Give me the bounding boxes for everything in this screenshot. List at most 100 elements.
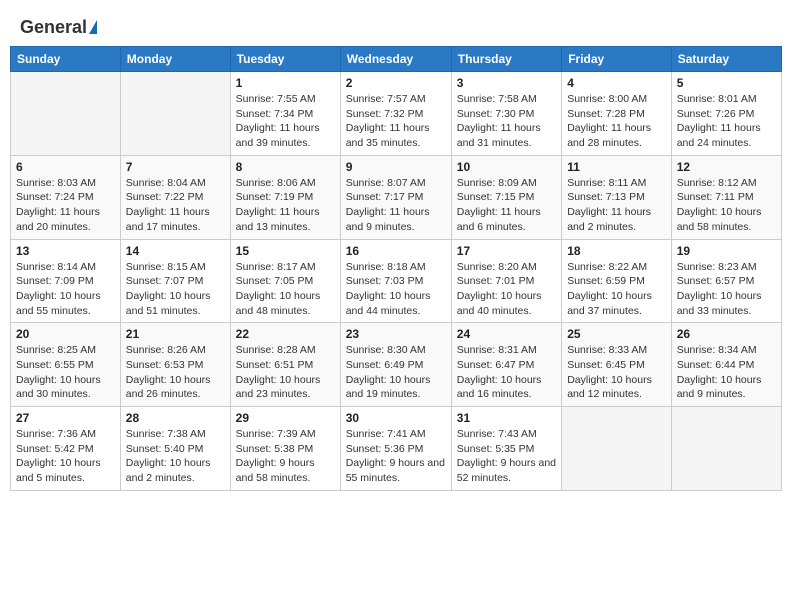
day-info: Sunrise: 7:39 AMSunset: 5:38 PMDaylight:… xyxy=(236,427,335,486)
calendar-cell: 24 Sunrise: 8:31 AMSunset: 6:47 PMDaylig… xyxy=(451,323,561,407)
calendar-cell: 29 Sunrise: 7:39 AMSunset: 5:38 PMDaylig… xyxy=(230,407,340,491)
logo: General xyxy=(20,18,97,36)
day-info: Sunrise: 8:03 AMSunset: 7:24 PMDaylight:… xyxy=(16,176,115,235)
day-number: 29 xyxy=(236,411,335,425)
calendar-header-wednesday: Wednesday xyxy=(340,47,451,72)
calendar-cell: 10 Sunrise: 8:09 AMSunset: 7:15 PMDaylig… xyxy=(451,155,561,239)
day-info: Sunrise: 8:23 AMSunset: 6:57 PMDaylight:… xyxy=(677,260,776,319)
calendar-cell: 31 Sunrise: 7:43 AMSunset: 5:35 PMDaylig… xyxy=(451,407,561,491)
calendar-header-monday: Monday xyxy=(120,47,230,72)
calendar-cell: 20 Sunrise: 8:25 AMSunset: 6:55 PMDaylig… xyxy=(11,323,121,407)
calendar-cell: 3 Sunrise: 7:58 AMSunset: 7:30 PMDayligh… xyxy=(451,72,561,156)
day-number: 16 xyxy=(346,244,446,258)
calendar-header-thursday: Thursday xyxy=(451,47,561,72)
day-info: Sunrise: 8:15 AMSunset: 7:07 PMDaylight:… xyxy=(126,260,225,319)
day-number: 17 xyxy=(457,244,556,258)
day-number: 27 xyxy=(16,411,115,425)
day-info: Sunrise: 8:07 AMSunset: 7:17 PMDaylight:… xyxy=(346,176,446,235)
day-info: Sunrise: 8:00 AMSunset: 7:28 PMDaylight:… xyxy=(567,92,666,151)
day-info: Sunrise: 8:12 AMSunset: 7:11 PMDaylight:… xyxy=(677,176,776,235)
day-number: 21 xyxy=(126,327,225,341)
day-info: Sunrise: 8:18 AMSunset: 7:03 PMDaylight:… xyxy=(346,260,446,319)
day-info: Sunrise: 7:36 AMSunset: 5:42 PMDaylight:… xyxy=(16,427,115,486)
calendar-header-tuesday: Tuesday xyxy=(230,47,340,72)
calendar-cell: 26 Sunrise: 8:34 AMSunset: 6:44 PMDaylig… xyxy=(671,323,781,407)
calendar-cell: 21 Sunrise: 8:26 AMSunset: 6:53 PMDaylig… xyxy=(120,323,230,407)
day-number: 2 xyxy=(346,76,446,90)
day-number: 6 xyxy=(16,160,115,174)
day-number: 10 xyxy=(457,160,556,174)
day-number: 12 xyxy=(677,160,776,174)
calendar-cell: 22 Sunrise: 8:28 AMSunset: 6:51 PMDaylig… xyxy=(230,323,340,407)
day-info: Sunrise: 8:31 AMSunset: 6:47 PMDaylight:… xyxy=(457,343,556,402)
day-info: Sunrise: 8:26 AMSunset: 6:53 PMDaylight:… xyxy=(126,343,225,402)
calendar-cell: 13 Sunrise: 8:14 AMSunset: 7:09 PMDaylig… xyxy=(11,239,121,323)
day-number: 28 xyxy=(126,411,225,425)
calendar-cell: 25 Sunrise: 8:33 AMSunset: 6:45 PMDaylig… xyxy=(562,323,672,407)
day-info: Sunrise: 8:22 AMSunset: 6:59 PMDaylight:… xyxy=(567,260,666,319)
day-info: Sunrise: 7:41 AMSunset: 5:36 PMDaylight:… xyxy=(346,427,446,486)
calendar-week-row: 20 Sunrise: 8:25 AMSunset: 6:55 PMDaylig… xyxy=(11,323,782,407)
page-header: General xyxy=(10,10,782,40)
calendar-cell: 16 Sunrise: 8:18 AMSunset: 7:03 PMDaylig… xyxy=(340,239,451,323)
calendar-cell: 27 Sunrise: 7:36 AMSunset: 5:42 PMDaylig… xyxy=(11,407,121,491)
calendar-cell: 28 Sunrise: 7:38 AMSunset: 5:40 PMDaylig… xyxy=(120,407,230,491)
day-info: Sunrise: 8:04 AMSunset: 7:22 PMDaylight:… xyxy=(126,176,225,235)
day-info: Sunrise: 8:09 AMSunset: 7:15 PMDaylight:… xyxy=(457,176,556,235)
day-number: 14 xyxy=(126,244,225,258)
day-info: Sunrise: 7:43 AMSunset: 5:35 PMDaylight:… xyxy=(457,427,556,486)
calendar-cell xyxy=(11,72,121,156)
day-number: 1 xyxy=(236,76,335,90)
calendar-cell: 18 Sunrise: 8:22 AMSunset: 6:59 PMDaylig… xyxy=(562,239,672,323)
day-number: 18 xyxy=(567,244,666,258)
day-number: 5 xyxy=(677,76,776,90)
calendar-cell: 15 Sunrise: 8:17 AMSunset: 7:05 PMDaylig… xyxy=(230,239,340,323)
day-number: 19 xyxy=(677,244,776,258)
calendar-week-row: 1 Sunrise: 7:55 AMSunset: 7:34 PMDayligh… xyxy=(11,72,782,156)
calendar-cell xyxy=(120,72,230,156)
day-number: 9 xyxy=(346,160,446,174)
calendar-cell: 2 Sunrise: 7:57 AMSunset: 7:32 PMDayligh… xyxy=(340,72,451,156)
day-info: Sunrise: 8:34 AMSunset: 6:44 PMDaylight:… xyxy=(677,343,776,402)
day-info: Sunrise: 8:01 AMSunset: 7:26 PMDaylight:… xyxy=(677,92,776,151)
day-info: Sunrise: 7:57 AMSunset: 7:32 PMDaylight:… xyxy=(346,92,446,151)
day-info: Sunrise: 8:30 AMSunset: 6:49 PMDaylight:… xyxy=(346,343,446,402)
day-number: 13 xyxy=(16,244,115,258)
day-number: 20 xyxy=(16,327,115,341)
day-info: Sunrise: 8:33 AMSunset: 6:45 PMDaylight:… xyxy=(567,343,666,402)
calendar-cell: 17 Sunrise: 8:20 AMSunset: 7:01 PMDaylig… xyxy=(451,239,561,323)
day-number: 25 xyxy=(567,327,666,341)
calendar-cell: 5 Sunrise: 8:01 AMSunset: 7:26 PMDayligh… xyxy=(671,72,781,156)
day-number: 31 xyxy=(457,411,556,425)
day-number: 8 xyxy=(236,160,335,174)
day-info: Sunrise: 7:55 AMSunset: 7:34 PMDaylight:… xyxy=(236,92,335,151)
calendar-table: SundayMondayTuesdayWednesdayThursdayFrid… xyxy=(10,46,782,491)
calendar-cell xyxy=(671,407,781,491)
day-info: Sunrise: 8:14 AMSunset: 7:09 PMDaylight:… xyxy=(16,260,115,319)
calendar-week-row: 13 Sunrise: 8:14 AMSunset: 7:09 PMDaylig… xyxy=(11,239,782,323)
day-info: Sunrise: 8:28 AMSunset: 6:51 PMDaylight:… xyxy=(236,343,335,402)
calendar-cell: 1 Sunrise: 7:55 AMSunset: 7:34 PMDayligh… xyxy=(230,72,340,156)
day-number: 3 xyxy=(457,76,556,90)
calendar-cell: 12 Sunrise: 8:12 AMSunset: 7:11 PMDaylig… xyxy=(671,155,781,239)
calendar-cell: 19 Sunrise: 8:23 AMSunset: 6:57 PMDaylig… xyxy=(671,239,781,323)
day-number: 22 xyxy=(236,327,335,341)
day-number: 30 xyxy=(346,411,446,425)
calendar-header-saturday: Saturday xyxy=(671,47,781,72)
day-info: Sunrise: 8:06 AMSunset: 7:19 PMDaylight:… xyxy=(236,176,335,235)
day-info: Sunrise: 8:17 AMSunset: 7:05 PMDaylight:… xyxy=(236,260,335,319)
day-number: 7 xyxy=(126,160,225,174)
calendar-cell: 14 Sunrise: 8:15 AMSunset: 7:07 PMDaylig… xyxy=(120,239,230,323)
day-number: 15 xyxy=(236,244,335,258)
calendar-cell: 11 Sunrise: 8:11 AMSunset: 7:13 PMDaylig… xyxy=(562,155,672,239)
day-info: Sunrise: 7:58 AMSunset: 7:30 PMDaylight:… xyxy=(457,92,556,151)
day-number: 11 xyxy=(567,160,666,174)
calendar-cell: 4 Sunrise: 8:00 AMSunset: 7:28 PMDayligh… xyxy=(562,72,672,156)
calendar-week-row: 6 Sunrise: 8:03 AMSunset: 7:24 PMDayligh… xyxy=(11,155,782,239)
calendar-cell: 30 Sunrise: 7:41 AMSunset: 5:36 PMDaylig… xyxy=(340,407,451,491)
logo-text-general: General xyxy=(20,18,87,36)
calendar-header-sunday: Sunday xyxy=(11,47,121,72)
calendar-cell xyxy=(562,407,672,491)
calendar-cell: 8 Sunrise: 8:06 AMSunset: 7:19 PMDayligh… xyxy=(230,155,340,239)
day-info: Sunrise: 8:11 AMSunset: 7:13 PMDaylight:… xyxy=(567,176,666,235)
